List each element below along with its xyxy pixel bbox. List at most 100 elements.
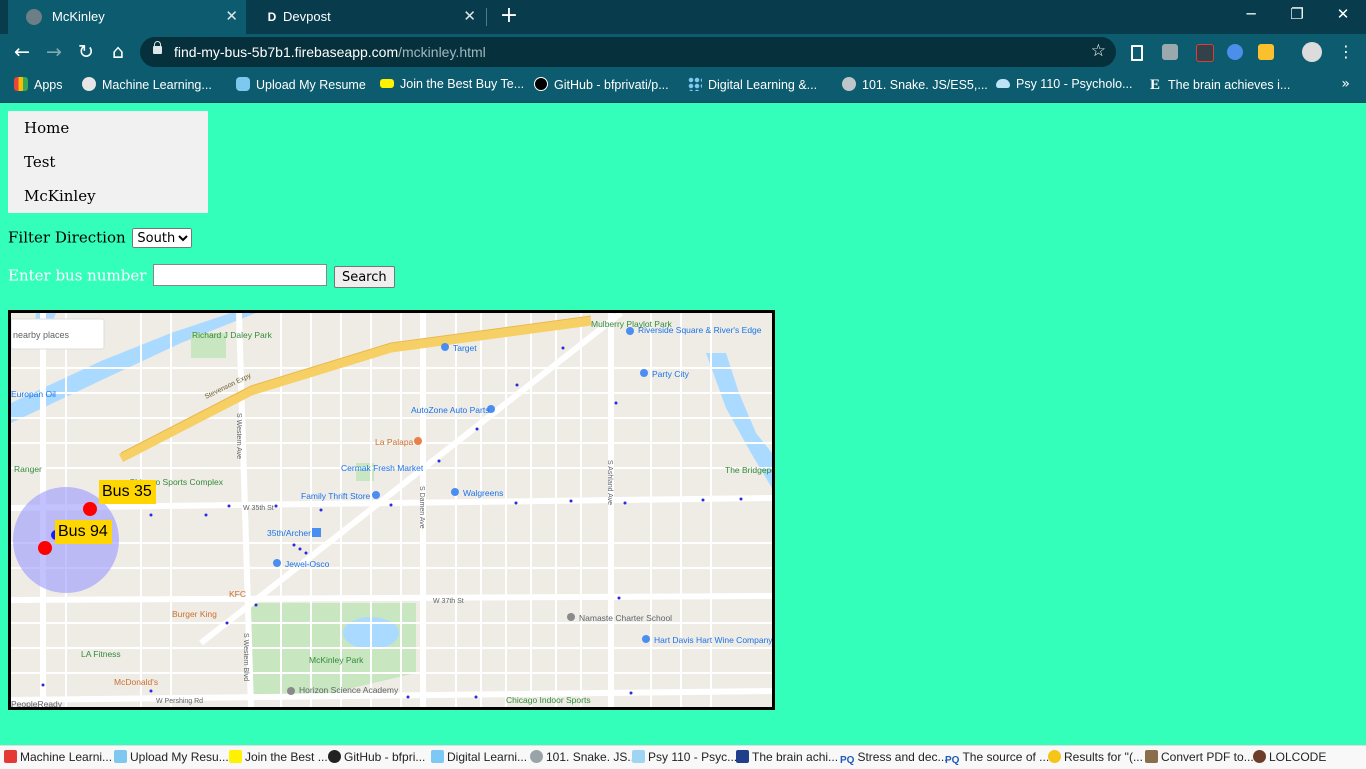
url-path: /mckinley.html (398, 44, 486, 60)
shelf-label: The source of ... (962, 750, 1050, 764)
tab-mckinley[interactable]: McKinley ✕ (8, 0, 246, 34)
g-icon (530, 750, 543, 763)
poi-label: Europan Oil (11, 389, 56, 399)
direction-select[interactable]: South (132, 228, 193, 248)
shelf-item[interactable]: Join the Best ... (229, 750, 328, 764)
search-button[interactable]: Search (333, 266, 395, 288)
database-icon (114, 750, 127, 763)
bookmarks-shelf: Machine Learni... Upload My Resu... Join… (0, 745, 1366, 769)
extension-icon[interactable] (1196, 44, 1214, 62)
pq-icon: PQ (840, 755, 855, 766)
nav-test[interactable]: Test (8, 145, 208, 179)
bus-marker-icon[interactable] (38, 541, 52, 555)
extension-icon[interactable] (1227, 44, 1243, 60)
bookmark-label: Machine Learning... (102, 78, 212, 92)
bookmark-manager-icon[interactable] (1131, 45, 1143, 61)
forward-icon[interactable]: → (42, 40, 66, 64)
tab-strip: McKinley ✕ D Devpost ✕ + ─ ❐ ✕ (0, 0, 1366, 34)
poi-label: Richard J Daley Park (192, 330, 273, 340)
bookmark-item[interactable]: Psy 110 - Psycholo... (996, 77, 1133, 91)
bookmark-label: 101. Snake. JS/ES5,... (862, 78, 988, 92)
close-tab-icon[interactable]: ✕ (463, 7, 476, 25)
tab-title: McKinley (52, 9, 105, 24)
shelf-item[interactable]: GitHub - bfpri... (328, 750, 425, 764)
globe-icon (82, 77, 96, 91)
e-icon: E (1150, 77, 1161, 93)
pin-icon (287, 687, 295, 695)
shelf-item[interactable]: LOLCODE (1253, 750, 1326, 764)
poi-label: Chicago Indoor Sports (506, 695, 591, 705)
bus-map[interactable]: nearby places Richard J Daley Park Targe… (8, 310, 775, 710)
poi-label: The Bridgeport Art Cent (725, 465, 772, 475)
shelf-label: Convert PDF to... (1161, 750, 1254, 764)
g-icon (842, 77, 856, 91)
avatar[interactable] (1302, 42, 1322, 62)
bookmark-item[interactable]: Join the Best Buy Te... (380, 77, 524, 91)
filter-label: Filter Direction (8, 228, 126, 247)
bookmark-item[interactable]: Digital Learning &... (688, 77, 817, 92)
shelf-item[interactable]: Results for "(... (1048, 750, 1143, 764)
poi-label: 35th/Archer (267, 528, 311, 538)
cloud-icon (996, 79, 1010, 88)
bookmark-item[interactable]: 101. Snake. JS/ES5,... (842, 77, 988, 92)
camera-icon[interactable] (1162, 44, 1178, 60)
cloud-icon (632, 750, 645, 763)
more-bookmarks-button[interactable]: » (1341, 76, 1350, 92)
tab-devpost[interactable]: D Devpost ✕ (246, 0, 484, 34)
shelf-item[interactable]: Digital Learni... (431, 750, 527, 764)
home-icon[interactable]: ⌂ (106, 40, 130, 64)
bookmark-item[interactable]: E The brain achieves i... (1150, 77, 1290, 93)
park-area (251, 603, 416, 698)
bookmark-item[interactable]: Upload My Resume (236, 77, 366, 92)
nav-home[interactable]: Home (8, 111, 208, 145)
bookmark-label: GitHub - bfprivati/p... (554, 78, 669, 92)
poi-label: Ranger (14, 464, 42, 474)
bookmark-item[interactable]: Machine Learning... (82, 77, 212, 92)
shelf-item[interactable]: Machine Learni... (4, 750, 112, 764)
bookmark-label: Psy 110 - Psycholo... (1016, 77, 1133, 91)
bestbuy-icon (229, 750, 242, 763)
shelf-item[interactable]: PQ The source of ... (945, 750, 1049, 768)
transit-icon (312, 528, 321, 537)
bookmark-star-icon[interactable]: ☆ (1091, 41, 1106, 61)
pin-icon (441, 343, 449, 351)
street-label: W 35th St (243, 505, 274, 512)
pdf-icon (1145, 750, 1158, 763)
menu-icon[interactable]: ⋮ (1334, 40, 1358, 64)
shelf-item[interactable]: Convert PDF to... (1145, 750, 1254, 764)
poi-label: Party City (652, 369, 690, 379)
poi-label: KFC (229, 589, 246, 599)
norton-icon (1048, 750, 1061, 763)
poi-label: Target (453, 343, 477, 353)
shelf-item[interactable]: 101. Snake. JS... (530, 750, 637, 764)
lock-icon (153, 41, 162, 54)
shelf-item[interactable]: The brain achi... (736, 750, 838, 764)
new-tab-button[interactable]: + (499, 3, 519, 29)
nav-mckinley[interactable]: McKinley (8, 179, 208, 213)
bookmark-apps[interactable]: Apps (14, 77, 63, 92)
back-icon[interactable]: ← (10, 40, 34, 64)
reload-icon[interactable]: ↻ (74, 40, 98, 64)
bus-label[interactable]: Bus 35 (99, 480, 156, 504)
shelf-label: Machine Learni... (20, 750, 113, 764)
bookmark-item[interactable]: GitHub - bfprivati/p... (534, 77, 669, 92)
close-window-button[interactable]: ✕ (1320, 5, 1366, 23)
address-bar[interactable]: find-my-bus-5b7b1.firebaseapp.com/mckinl… (140, 37, 1116, 67)
shelf-item[interactable]: PQ Stress and dec... (840, 750, 948, 768)
bus-marker-icon[interactable] (83, 502, 97, 516)
lol-icon (1253, 750, 1266, 763)
pin-icon (414, 437, 422, 445)
minimize-button[interactable]: ─ (1228, 5, 1274, 23)
github-icon (328, 750, 341, 763)
bus-number-input[interactable] (153, 264, 328, 286)
bookmark-label: Upload My Resume (256, 78, 366, 92)
shelf-item[interactable]: Upload My Resu... (114, 750, 229, 764)
shelf-label: Upload My Resu... (130, 750, 229, 764)
restore-button[interactable]: ❐ (1274, 5, 1320, 23)
keep-icon[interactable] (1258, 44, 1274, 60)
shelf-label: Psy 110 - Psyc... (648, 750, 738, 764)
bus-label[interactable]: Bus 94 (55, 520, 112, 544)
shelf-item[interactable]: Psy 110 - Psyc... (632, 750, 737, 764)
bookmarks-bar: Apps Machine Learning... Upload My Resum… (0, 70, 1366, 103)
close-tab-icon[interactable]: ✕ (225, 7, 238, 25)
